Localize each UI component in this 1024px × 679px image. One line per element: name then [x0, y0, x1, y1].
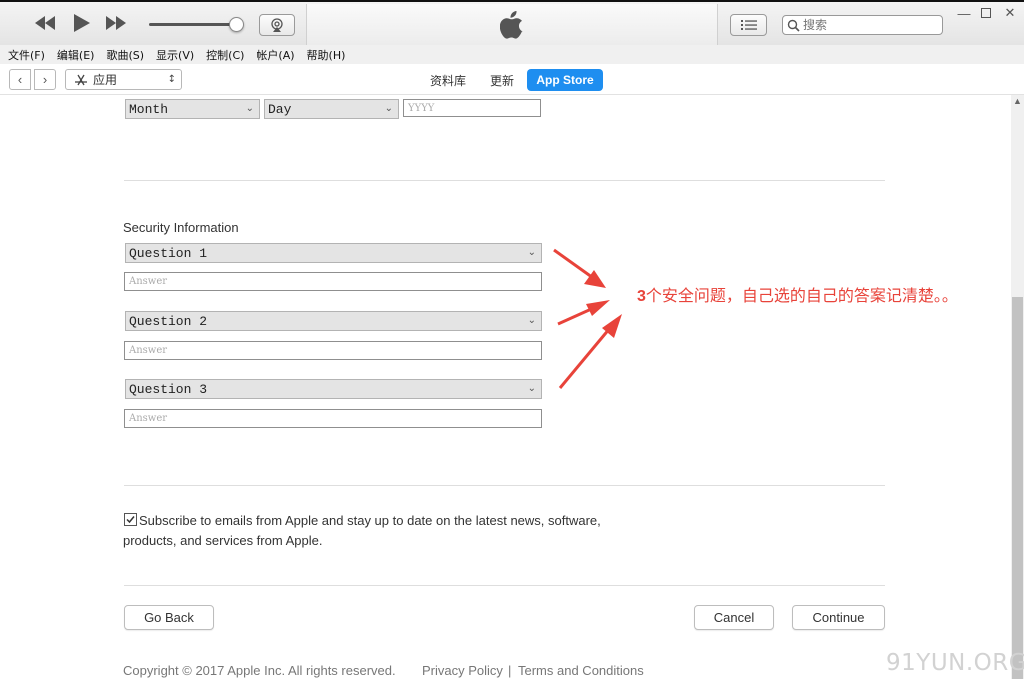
footer-separator: | [508, 663, 512, 678]
close-icon: ✕ [1004, 5, 1016, 20]
scrollbar-thumb[interactable] [1012, 297, 1023, 679]
rewind-icon [35, 16, 55, 30]
fast-forward-button[interactable] [102, 10, 130, 36]
forward-nav-button[interactable]: › [34, 69, 56, 90]
maximize-button[interactable] [975, 5, 997, 21]
security-question-1-select[interactable]: Question 1 ⌄ [125, 243, 542, 263]
scroll-up-arrow-icon[interactable]: ▲ [1012, 96, 1023, 110]
media-type-select[interactable]: 应用 ↕ [65, 69, 182, 90]
close-button[interactable]: ✕ [999, 5, 1021, 21]
birth-month-value: Month [129, 101, 169, 117]
play-icon [74, 14, 90, 32]
birth-year-field[interactable]: YYYY [403, 99, 541, 117]
menu-file[interactable]: 文件(F) [8, 47, 45, 63]
tab-library[interactable]: 资料库 [424, 69, 472, 91]
search-icon [787, 19, 800, 32]
security-question-2-select[interactable]: Question 2 ⌄ [125, 311, 542, 331]
terms-link[interactable]: Terms and Conditions [518, 663, 644, 678]
chevron-down-icon: ⌄ [384, 104, 393, 115]
list-icon [740, 20, 757, 30]
annotation-text: 个安全问题，自己选的自己的答案记清楚。。 [645, 286, 958, 305]
search-input[interactable] [803, 18, 933, 32]
search-field[interactable] [782, 15, 943, 35]
security-question-3-select[interactable]: Question 3 ⌄ [125, 379, 542, 399]
minimize-button[interactable]: — [953, 5, 975, 21]
apple-logo-icon [500, 10, 523, 39]
navigation-bar: ‹ › 应用 ↕ 资料库 更新 App Store [0, 64, 1024, 95]
security-heading: Security Information [123, 220, 239, 235]
subscribe-label-line2: products, and services from Apple. [123, 533, 323, 548]
airplay-icon [271, 18, 283, 32]
menu-account[interactable]: 帐户(A) [256, 47, 294, 63]
back-nav-button[interactable]: ‹ [9, 69, 31, 90]
security-question-1-value: Question 1 [129, 245, 208, 261]
play-button[interactable] [67, 10, 95, 36]
menu-controls[interactable]: 控制(C) [206, 47, 244, 63]
rewind-button[interactable] [31, 10, 59, 36]
chevron-down-icon: ⌄ [245, 104, 254, 115]
chevron-down-icon: ⌄ [527, 248, 536, 259]
security-answer-3-field[interactable]: Answer [124, 409, 542, 428]
status-display [306, 4, 718, 45]
security-question-3-value: Question 3 [129, 381, 208, 397]
answer-placeholder: Answer [129, 345, 168, 356]
chevron-right-icon: › [42, 72, 48, 87]
annotation-arrows [553, 248, 622, 389]
security-answer-2-field[interactable]: Answer [124, 341, 542, 360]
media-type-label: 应用 [93, 73, 118, 87]
volume-slider-track[interactable] [149, 23, 237, 26]
answer-placeholder: Answer [129, 276, 168, 287]
birth-day-value: Day [268, 101, 292, 117]
chevron-down-icon: ⌄ [527, 384, 536, 395]
chevron-down-icon: ⌄ [527, 316, 536, 327]
section-divider [124, 585, 885, 586]
birth-day-select[interactable]: Day ⌄ [264, 99, 399, 119]
birth-month-select[interactable]: Month ⌄ [125, 99, 260, 119]
menu-help[interactable]: 帮助(H) [307, 47, 346, 63]
continue-button[interactable]: Continue [792, 605, 885, 630]
section-divider [124, 180, 885, 181]
fast-forward-icon [106, 16, 126, 30]
birth-year-placeholder: YYYY [408, 102, 435, 114]
volume-slider-knob[interactable] [229, 17, 244, 32]
security-answer-1-field[interactable]: Answer [124, 272, 542, 291]
minimize-icon: — [957, 5, 971, 21]
go-back-button[interactable]: Go Back [124, 605, 214, 630]
checkmark-icon [126, 516, 135, 524]
up-next-list-button[interactable] [730, 14, 767, 36]
tab-app-store[interactable]: App Store [527, 69, 603, 91]
menu-song[interactable]: 歌曲(S) [106, 47, 144, 63]
watermark-text: 91YUN.ORG [886, 650, 1024, 676]
cancel-button[interactable]: Cancel [694, 605, 774, 630]
answer-placeholder: Answer [129, 413, 168, 424]
annotation-note: 3个安全问题，自己选的自己的答案记清楚。。 [637, 282, 958, 306]
updown-chevron-icon: ↕ [167, 74, 176, 85]
maximize-icon [981, 8, 991, 18]
section-divider [124, 485, 885, 486]
annotation-number: 3 [637, 288, 646, 305]
privacy-policy-link[interactable]: Privacy Policy [422, 663, 503, 678]
airplay-button[interactable] [259, 14, 295, 36]
menu-view[interactable]: 显示(V) [156, 47, 194, 63]
player-toolbar: — ✕ [0, 0, 1024, 45]
copyright-text: Copyright © 2017 Apple Inc. All rights r… [123, 663, 396, 678]
chevron-left-icon: ‹ [17, 72, 23, 87]
tab-updates[interactable]: 更新 [484, 69, 520, 91]
subscribe-checkbox[interactable] [124, 513, 137, 526]
security-question-2-value: Question 2 [129, 313, 208, 329]
menu-bar: 文件(F) 编辑(E) 歌曲(S) 显示(V) 控制(C) 帐户(A) 帮助(H… [0, 45, 1024, 64]
app-store-icon [75, 74, 87, 85]
menu-edit[interactable]: 编辑(E) [57, 47, 95, 63]
subscribe-label-line1: Subscribe to emails from Apple and stay … [139, 513, 601, 528]
